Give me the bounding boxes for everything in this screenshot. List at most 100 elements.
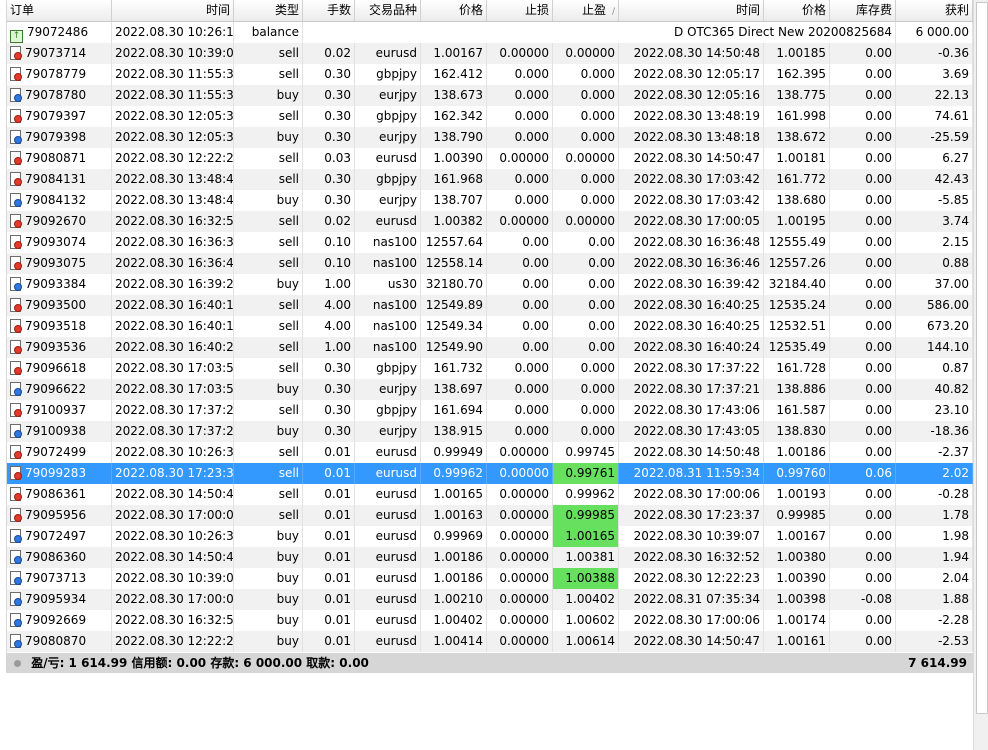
cell-comment: D OTC365 Direct New 20200825684 <box>303 22 896 43</box>
trade-row[interactable]: 79100938 2022.08.30 17:37:26 buy 0.30 eurjpy… <box>7 421 973 442</box>
cell-type: buy <box>234 610 303 631</box>
cell-sl: 0.000 <box>487 169 553 190</box>
order-dot-shape <box>14 220 22 228</box>
trade-row[interactable]: 79079397 2022.08.30 12:05:33 sell 0.30 gbpjp… <box>7 106 973 127</box>
sell-order-icon <box>10 361 22 375</box>
cell-open-time: 2022.08.30 16:40:21 <box>112 337 234 358</box>
cell-type: sell <box>234 442 303 463</box>
cell-sl: 0.000 <box>487 85 553 106</box>
cell-sl: 0.00000 <box>487 484 553 505</box>
cell-open-price: 138.915 <box>421 421 487 442</box>
trade-row[interactable]: 79095934 2022.08.30 17:00:07 buy 0.01 eurusd… <box>7 589 973 610</box>
trade-row[interactable]: 79093384 2022.08.30 16:39:27 buy 1.00 us30 32… <box>7 274 973 295</box>
cell-lots: 0.10 <box>303 232 355 253</box>
column-header-close_time[interactable]: 时间 <box>619 0 764 21</box>
cell-sl: 0.00 <box>487 316 553 337</box>
trade-row[interactable]: 79092669 2022.08.30 16:32:53 buy 0.01 eurusd… <box>7 610 973 631</box>
trade-row[interactable]: 79078779 2022.08.30 11:55:37 sell 0.30 gbpjp… <box>7 64 973 85</box>
cell-type: sell <box>234 484 303 505</box>
cell-close-price: 12532.51 <box>764 316 830 337</box>
cell-order: 79093074 <box>7 232 112 253</box>
trade-row[interactable]: 79093518 2022.08.30 16:40:18 sell 4.00 nas10… <box>7 316 973 337</box>
trade-row[interactable]: 79095956 2022.08.30 17:00:08 sell 0.01 eurus… <box>7 505 973 526</box>
column-header-order[interactable]: 订单 <box>7 0 112 21</box>
cell-symbol: gbpjpy <box>355 400 421 421</box>
trade-row[interactable]: 79073714 2022.08.30 10:39:08 sell 0.02 eurus… <box>7 43 973 64</box>
order-dot-shape <box>14 556 22 564</box>
column-header-sl[interactable]: 止损 <box>487 0 553 21</box>
trade-row[interactable]: 79093536 2022.08.30 16:40:21 sell 1.00 nas10… <box>7 337 973 358</box>
cell-profit: -0.28 <box>896 484 973 505</box>
cell-tp: 0.99985 <box>553 505 619 526</box>
cell-profit: -2.37 <box>896 442 973 463</box>
order-number: 79080870 <box>25 634 87 648</box>
trade-row[interactable]: 79078780 2022.08.30 11:55:38 buy 0.30 eurjpy… <box>7 85 973 106</box>
column-header-type[interactable]: 类型 <box>234 0 303 21</box>
order-dot-shape <box>14 451 22 459</box>
trade-row[interactable]: 79096618 2022.08.30 17:03:53 sell 0.30 gbpjp… <box>7 358 973 379</box>
cell-swap: 0.00 <box>830 547 896 568</box>
trade-row[interactable]: 79084131 2022.08.30 13:48:41 sell 0.30 gbpjp… <box>7 169 973 190</box>
trade-row[interactable]: 79084132 2022.08.30 13:48:41 buy 0.30 eurjpy… <box>7 190 973 211</box>
trade-row[interactable]: 79080870 2022.08.30 12:22:24 buy 0.01 eurusd… <box>7 631 973 652</box>
order-number: 79099283 <box>25 466 87 480</box>
cell-open-time: 2022.08.30 11:55:38 <box>112 85 234 106</box>
order-dot-shape <box>14 598 22 606</box>
order-dot-shape <box>14 178 22 186</box>
trade-row[interactable]: 79079398 2022.08.30 12:05:33 buy 0.30 eurjpy… <box>7 127 973 148</box>
cell-lots: 4.00 <box>303 316 355 337</box>
cell-close-time: 2022.08.30 16:36:48 <box>619 232 764 253</box>
trade-row[interactable]: 79072497 2022.08.30 10:26:31 buy 0.01 eurusd… <box>7 526 973 547</box>
trade-row[interactable]: 79086361 2022.08.30 14:50:49 sell 0.01 eurus… <box>7 484 973 505</box>
trade-row[interactable]: 79093500 2022.08.30 16:40:16 sell 4.00 nas10… <box>7 295 973 316</box>
trade-row[interactable]: 79092670 2022.08.30 16:32:53 sell 0.02 eurus… <box>7 211 973 232</box>
trade-row[interactable]: 79093074 2022.08.30 16:36:39 sell 0.10 nas10… <box>7 232 973 253</box>
cell-profit: 40.82 <box>896 379 973 400</box>
buy-order-icon <box>10 382 22 396</box>
trade-row[interactable]: 79086360 2022.08.30 14:50:49 buy 0.01 eurusd… <box>7 547 973 568</box>
cell-open-price: 138.707 <box>421 190 487 211</box>
cell-swap: 0.00 <box>830 442 896 463</box>
column-header-lots[interactable]: 手数 <box>303 0 355 21</box>
cell-close-time: 2022.08.31 11:59:34 <box>619 463 764 484</box>
trade-row[interactable]: 79099283 2022.08.30 17:23:38 sell 0.01 eurus… <box>7 463 973 484</box>
column-header-close_price[interactable]: 价格 <box>764 0 830 21</box>
column-header-tp[interactable]: 止盈 / <box>553 0 619 21</box>
cell-open-price: 1.00186 <box>421 568 487 589</box>
cell-open-price: 1.00165 <box>421 484 487 505</box>
trade-row[interactable]: 79072499 2022.08.30 10:26:32 sell 0.01 eurus… <box>7 442 973 463</box>
vertical-scrollbar[interactable] <box>973 0 988 750</box>
column-header-open_time[interactable]: 时间 <box>112 0 234 21</box>
cell-lots: 0.30 <box>303 64 355 85</box>
order-dot-shape <box>14 199 22 207</box>
sell-order-icon <box>10 256 22 270</box>
cell-profit: -25.59 <box>896 127 973 148</box>
column-header-profit[interactable]: 获利 <box>896 0 973 21</box>
order-dot-shape <box>14 346 22 354</box>
order-number: 79100937 <box>25 403 87 417</box>
trade-row[interactable]: 79080871 2022.08.30 12:22:25 sell 0.03 eurus… <box>7 148 973 169</box>
cell-sl: 0.000 <box>487 379 553 400</box>
balance-row[interactable]: ↑ 79072486 2022.08.30 10:26:15 balance D OTC… <box>7 22 973 43</box>
column-header-open_price[interactable]: 价格 <box>421 0 487 21</box>
cell-tp: 1.00388 <box>553 568 619 589</box>
cell-lots: 0.01 <box>303 610 355 631</box>
trade-row[interactable]: 79073713 2022.08.30 10:39:07 buy 0.01 eurusd… <box>7 568 973 589</box>
order-number: 79096618 <box>25 361 87 375</box>
cell-swap: 0.00 <box>830 484 896 505</box>
trade-row[interactable]: 79100937 2022.08.30 17:37:25 sell 0.30 gbpjp… <box>7 400 973 421</box>
scrollbar-thumb[interactable] <box>976 2 988 714</box>
cell-close-price: 1.00398 <box>764 589 830 610</box>
cell-open-price: 0.99962 <box>421 463 487 484</box>
cell-type: sell <box>234 505 303 526</box>
column-header-symbol[interactable]: 交易品种 <box>355 0 421 21</box>
cell-open-time: 2022.08.30 16:36:39 <box>112 232 234 253</box>
trade-row[interactable]: 79093075 2022.08.30 16:36:40 sell 0.10 nas10… <box>7 253 973 274</box>
cell-symbol: us30 <box>355 274 421 295</box>
cell-close-price: 161.587 <box>764 400 830 421</box>
cell-close-price: 161.998 <box>764 106 830 127</box>
cell-symbol: eurusd <box>355 547 421 568</box>
column-header-swap[interactable]: 库存费 <box>830 0 896 21</box>
order-dot-shape <box>14 493 22 501</box>
trade-row[interactable]: 79096622 2022.08.30 17:03:54 buy 0.30 eurjpy… <box>7 379 973 400</box>
